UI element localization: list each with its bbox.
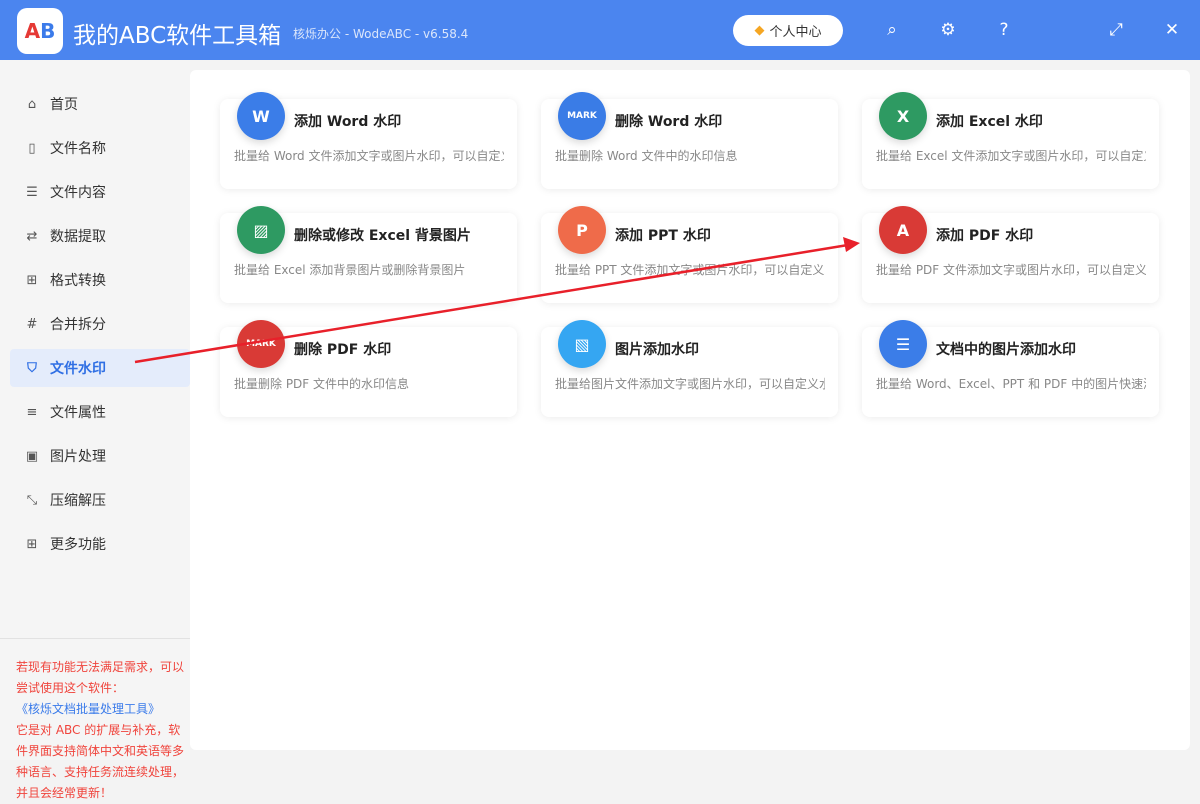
tool-card[interactable]: P 添加 PPT 水印批量给 PPT 文件添加文字或图片水印，可以自定义水 [541, 206, 838, 303]
app-subtitle: 核烁办公 - WodeABC - v6.58.4 [293, 27, 469, 41]
sidebar-item-8[interactable]: ▣ 图片处理 [10, 437, 190, 475]
sidebar-item-6[interactable]: ⛉ 文件水印 [10, 349, 190, 387]
tool-title: 删除或修改 Excel 背景图片 [294, 228, 471, 244]
tool-icon: ▧ [558, 320, 606, 368]
note-text-2: 它是对 ABC 的扩展与补充，软件界面支持简体中文和英语等多种语言、支持任务流连… [16, 723, 185, 800]
sidebar-item-label: 文件水印 [50, 361, 106, 377]
help-icon[interactable]: ? [992, 18, 1016, 42]
search-icon[interactable]: ⌕ [880, 18, 904, 42]
sidebar-item-7[interactable]: ≡ 文件属性 [10, 393, 190, 431]
tool-icon: X [879, 92, 927, 140]
title-bar: AB 我的ABC软件工具箱 核烁办公 - WodeABC - v6.58.4 ◆… [0, 0, 1200, 60]
convert-icon: ⊞ [26, 272, 38, 288]
sidebar-item-1[interactable]: ▯ 文件名称 [10, 129, 190, 167]
sidebar-item-label: 更多功能 [50, 537, 106, 553]
file-icon: ▯ [28, 140, 36, 156]
sidebar-item-3[interactable]: ⇄ 数据提取 [10, 217, 190, 255]
tool-icon: MARK [237, 320, 285, 368]
tool-description: 批量给 Excel 文件添加文字或图片水印，可以自定义 [876, 149, 1146, 163]
app-logo: AB [17, 8, 63, 54]
tool-description: 批量删除 PDF 文件中的水印信息 [234, 377, 410, 391]
tool-description: 批量给 PPT 文件添加文字或图片水印，可以自定义水 [555, 263, 825, 277]
tool-title: 删除 PDF 水印 [294, 342, 392, 358]
sidebar-item-label: 图片处理 [50, 449, 106, 465]
app-title: 我的ABC软件工具箱 [73, 23, 282, 49]
tool-title: 添加 Excel 水印 [936, 114, 1043, 130]
tool-icon: ☰ [879, 320, 927, 368]
grid-icon: ⊞ [26, 536, 38, 552]
sidebar-item-5[interactable]: # 合并拆分 [10, 305, 190, 343]
personal-center-button[interactable]: ◆ 个人中心 [733, 15, 843, 46]
tool-description: 批量给 Excel 添加背景图片或删除背景图片 [234, 263, 466, 277]
note-text: 若现有功能无法满足需求，可以尝试使用这个软件： [16, 660, 185, 695]
tool-title: 添加 Word 水印 [294, 114, 402, 130]
properties-icon: ≡ [26, 404, 38, 420]
tool-icon: W [237, 92, 285, 140]
tool-icon: A [879, 206, 927, 254]
main-panel: W 添加 Word 水印批量给 Word 文件添加文字或图片水印，可以自定义 MAR… [190, 70, 1190, 750]
gear-icon[interactable]: ⚙ [936, 18, 960, 42]
tool-description: 批量给图片文件添加文字或图片水印，可以自定义水 [555, 377, 825, 391]
sidebar: ⌂ 首页 ▯ 文件名称 ☰ 文件内容 ⇄ 数据提取 ⊞ 格式转换 # 合并拆分 ⛉ 文件水印 ≡ 文件属性 ▣ 图… [0, 60, 190, 800]
sidebar-item-label: 首页 [50, 97, 78, 113]
image-icon: ▣ [25, 448, 39, 464]
tool-description: 批量给 PDF 文件添加文字或图片水印，可以自定义水 [876, 263, 1146, 277]
personal-center-label: 个人中心 [769, 25, 822, 40]
sidebar-item-label: 文件内容 [50, 185, 106, 201]
tool-title: 添加 PDF 水印 [936, 228, 1034, 244]
sidebar-item-label: 文件属性 [50, 405, 106, 421]
tool-card[interactable]: X 添加 Excel 水印批量给 Excel 文件添加文字或图片水印，可以自定义 [862, 92, 1159, 189]
tool-icon: ▨ [237, 206, 285, 254]
tool-card[interactable]: ☰ 文档中的图片添加水印批量给 Word、Excel、PPT 和 PDF 中的图片… [862, 320, 1159, 417]
tool-card[interactable]: ▨ 删除或修改 Excel 背景图片批量给 Excel 添加背景图片或删除背景图片 [220, 206, 517, 303]
tool-icon: P [558, 206, 606, 254]
tool-description: 批量给 Word、Excel、PPT 和 PDF 中的图片快速添加 [876, 377, 1146, 391]
divider [0, 638, 190, 639]
home-icon: ⌂ [27, 96, 37, 112]
tool-title: 文档中的图片添加水印 [936, 342, 1076, 358]
sidebar-item-9[interactable]: ⤡ 压缩解压 [10, 481, 190, 519]
sidebar-item-label: 格式转换 [50, 273, 106, 289]
tool-description: 批量删除 Word 文件中的水印信息 [555, 149, 738, 163]
maximize-icon[interactable]: ⤢ [1104, 18, 1128, 42]
tool-card[interactable]: MARK 删除 PDF 水印批量删除 PDF 文件中的水印信息 [220, 320, 517, 417]
tool-card[interactable]: W 添加 Word 水印批量给 Word 文件添加文字或图片水印，可以自定义 [220, 92, 517, 189]
sidebar-item-label: 文件名称 [50, 141, 106, 157]
sidebar-item-4[interactable]: ⊞ 格式转换 [10, 261, 190, 299]
list-icon: ☰ [26, 184, 38, 200]
extract-icon: ⇄ [26, 228, 38, 244]
shield-icon: ⛉ [27, 360, 37, 376]
promo-note: 若现有功能无法满足需求，可以尝试使用这个软件： 《核烁文档批量处理工具》 它是对… [16, 657, 188, 804]
compress-icon: ⤡ [26, 492, 38, 508]
close-icon[interactable]: ✕ [1160, 18, 1184, 42]
tool-card[interactable]: MARK 删除 Word 水印批量删除 Word 文件中的水印信息 [541, 92, 838, 189]
software-link[interactable]: 《核烁文档批量处理工具》 [16, 699, 188, 720]
hash-icon: # [26, 316, 38, 332]
sidebar-item-0[interactable]: ⌂ 首页 [10, 85, 190, 123]
tool-title: 添加 PPT 水印 [615, 228, 711, 244]
sidebar-item-label: 压缩解压 [50, 493, 106, 509]
sidebar-item-label: 数据提取 [50, 229, 106, 245]
sidebar-item-2[interactable]: ☰ 文件内容 [10, 173, 190, 211]
sidebar-item-10[interactable]: ⊞ 更多功能 [10, 525, 190, 563]
sidebar-item-label: 合并拆分 [50, 317, 106, 333]
tool-card[interactable]: ▧ 图片添加水印批量给图片文件添加文字或图片水印，可以自定义水 [541, 320, 838, 417]
tool-title: 图片添加水印 [615, 342, 699, 358]
diamond-icon: ◆ [754, 23, 765, 38]
tool-title: 删除 Word 水印 [615, 114, 723, 130]
tool-icon: MARK [558, 92, 606, 140]
tool-description: 批量给 Word 文件添加文字或图片水印，可以自定义 [234, 149, 504, 163]
tool-card[interactable]: A 添加 PDF 水印批量给 PDF 文件添加文字或图片水印，可以自定义水 [862, 206, 1159, 303]
